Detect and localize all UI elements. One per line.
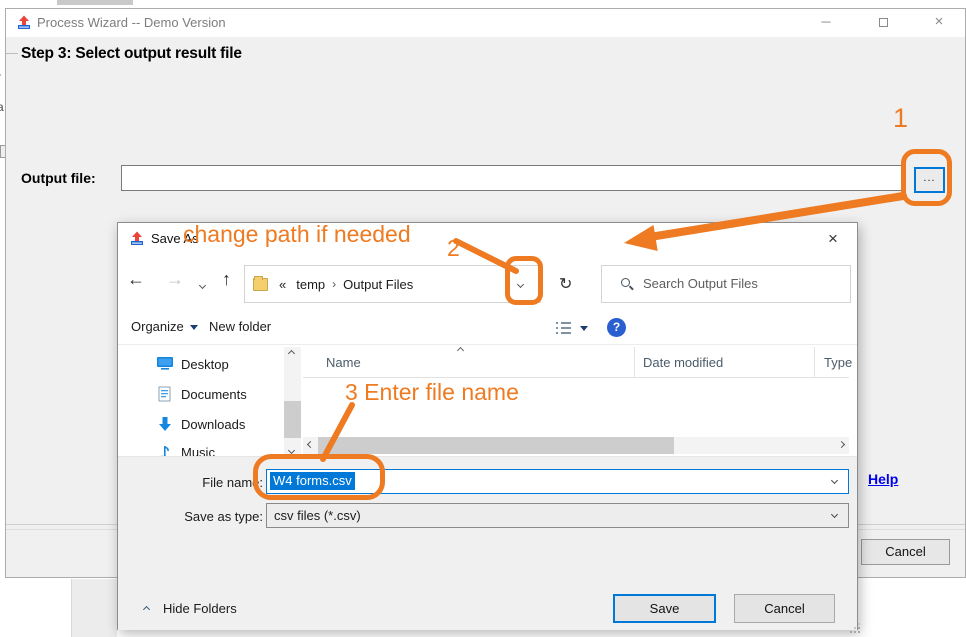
resize-grip[interactable] — [850, 623, 852, 625]
save-button[interactable]: Save — [613, 594, 716, 623]
file-name-label: File name: — [158, 475, 263, 490]
annotation-change-path: change path if needed — [183, 221, 411, 248]
breadcrumb-output-files[interactable]: Output Files — [343, 277, 413, 292]
background-window-fragment — [71, 579, 117, 637]
save-as-type-label: Save as type: — [158, 509, 263, 524]
address-bar[interactable]: « temp › Output Files — [244, 265, 541, 303]
dialog-help-button[interactable]: ? — [607, 318, 626, 337]
scroll-up-icon[interactable] — [288, 350, 295, 357]
search-placeholder: Search Output Files — [643, 276, 758, 291]
file-list-horizontal-scrollbar[interactable] — [303, 437, 849, 454]
refresh-icon[interactable]: ↻ — [559, 274, 572, 294]
groupbox-border — [6, 53, 18, 54]
save-as-icon — [129, 231, 145, 247]
step-heading: Step 3: Select output result file — [21, 45, 242, 63]
dialog-cancel-button[interactable]: Cancel — [734, 594, 835, 623]
forward-icon[interactable]: → — [166, 269, 184, 290]
view-dropdown-icon[interactable] — [580, 326, 588, 331]
output-file-input[interactable] — [121, 165, 906, 191]
breadcrumb-collapsed[interactable]: « — [279, 277, 286, 292]
downloads-icon — [156, 416, 174, 433]
sort-ascending-icon — [457, 347, 464, 354]
output-file-label: Output file: — [21, 170, 96, 186]
desktop-icon — [156, 356, 174, 372]
maximize-icon — [879, 18, 888, 27]
scroll-left-icon[interactable] — [307, 441, 314, 448]
column-divider[interactable] — [814, 347, 815, 378]
view-mode-icon[interactable] — [556, 322, 571, 334]
file-name-dropdown-icon[interactable] — [831, 477, 838, 484]
help-link[interactable]: Help — [868, 471, 898, 487]
search-icon — [621, 278, 630, 287]
background-window-fragment — [57, 0, 133, 5]
window-title: Process Wizard -- Demo Version — [37, 9, 226, 37]
annotation-step-2: 2 — [447, 235, 460, 262]
organize-dropdown-icon — [190, 325, 198, 330]
sidebar-item-downloads[interactable]: Downloads — [118, 411, 284, 440]
column-divider[interactable] — [634, 347, 635, 378]
search-box[interactable]: Search Output Files — [601, 265, 851, 303]
recent-locations-chevron-icon[interactable] — [199, 282, 206, 289]
file-list-header: Name Date modified Type — [303, 347, 849, 378]
back-icon[interactable]: ← — [127, 269, 145, 290]
minimize-button[interactable]: ─ — [809, 9, 843, 37]
scrollbar-thumb[interactable] — [318, 437, 674, 454]
scrollbar-thumb[interactable] — [284, 401, 301, 438]
save-as-type-value: csv files (*.csv) — [274, 508, 361, 523]
close-button[interactable]: × — [922, 9, 956, 37]
maximize-button[interactable] — [866, 9, 900, 37]
scroll-down-icon[interactable] — [288, 447, 295, 454]
save-as-type-combobox[interactable]: csv files (*.csv) — [266, 503, 849, 528]
column-name[interactable]: Name — [326, 355, 361, 370]
breadcrumb-separator-icon: › — [332, 277, 336, 291]
sidebar-item-desktop[interactable]: Desktop — [118, 351, 284, 380]
documents-icon — [156, 386, 174, 403]
dialog-close-button[interactable]: × — [818, 225, 848, 253]
annotation-circle-browse — [901, 149, 952, 206]
sidebar-item-documents[interactable]: Documents — [118, 381, 284, 410]
annotation-enter-file-name: 3 Enter file name — [345, 379, 519, 406]
save-as-dialog: Save As × ← → ↑ « temp › Output Files ↻ … — [117, 222, 858, 630]
breadcrumb-temp[interactable]: temp — [296, 277, 325, 292]
annotation-circle-path-dropdown — [505, 256, 543, 305]
title-bar: Process Wizard -- Demo Version ─ × — [6, 9, 965, 37]
column-date-modified[interactable]: Date modified — [643, 355, 723, 370]
annotation-circle-file-name — [253, 454, 385, 500]
sidebar-scrollbar[interactable] — [284, 347, 301, 457]
dialog-toolbar: Organize New folder ? — [118, 311, 857, 345]
scroll-right-icon[interactable] — [838, 441, 845, 448]
new-folder-button[interactable]: New folder — [209, 319, 271, 334]
wizard-cancel-button[interactable]: Cancel — [861, 539, 950, 565]
organize-menu[interactable]: Organize — [131, 319, 184, 334]
column-type[interactable]: Type — [824, 355, 852, 370]
app-icon — [16, 15, 32, 31]
annotation-step-1: 1 — [893, 103, 908, 134]
save-as-type-dropdown-icon[interactable] — [831, 511, 838, 518]
folder-icon — [253, 278, 268, 291]
up-icon[interactable]: ↑ — [222, 269, 231, 290]
